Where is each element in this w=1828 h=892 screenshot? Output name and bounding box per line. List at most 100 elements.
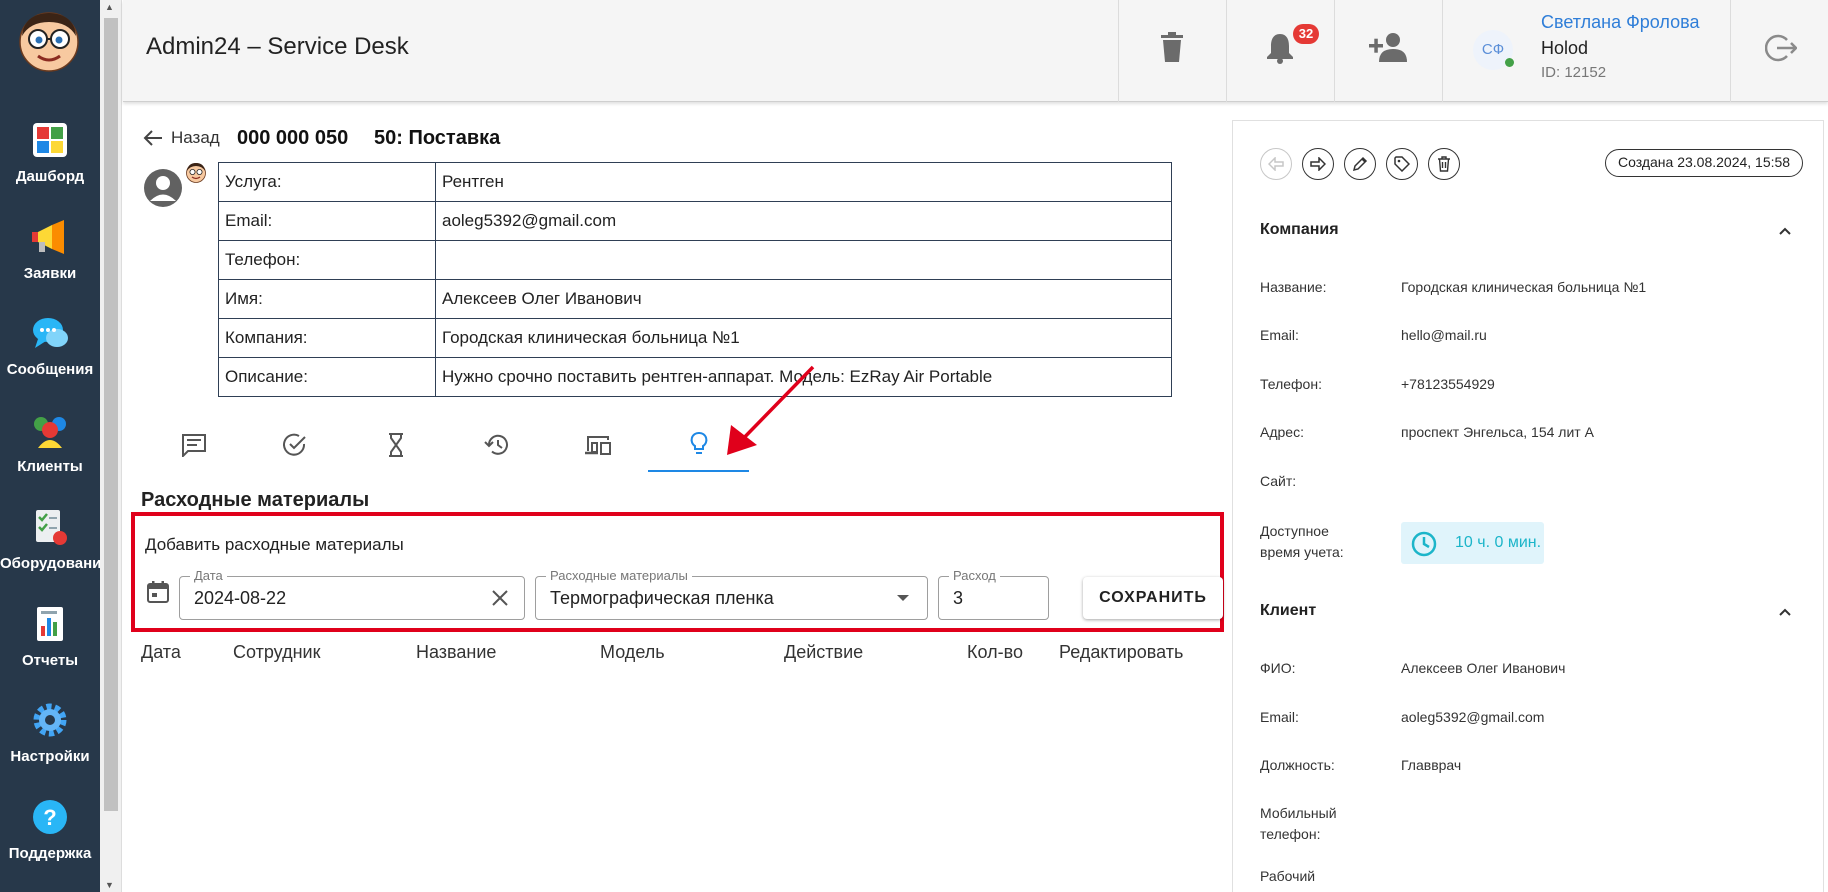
field-label: Компания: [218, 318, 436, 358]
arrow-right-outline-icon [1310, 157, 1326, 171]
amount-field: Расход [938, 568, 1049, 620]
nav-item-dashboard[interactable]: Дашборд [0, 106, 100, 202]
date-input[interactable] [180, 577, 524, 619]
dashboard-icon [33, 123, 67, 157]
company-name-label: Название: [1260, 279, 1327, 295]
field-label: Email: [218, 201, 436, 241]
people-icon [34, 417, 66, 448]
add-user-icon [1369, 33, 1407, 62]
mascot-logo-icon[interactable] [16, 8, 82, 74]
nav-item-equipment[interactable]: Оборудование [0, 493, 110, 589]
next-ticket-button[interactable] [1302, 148, 1334, 180]
company-email-label: Email: [1260, 327, 1299, 343]
tab-tasks[interactable] [244, 418, 345, 472]
notifications-badge: 32 [1293, 24, 1319, 44]
trash-outline-icon [1438, 156, 1450, 172]
tab-history[interactable] [446, 418, 547, 472]
scroll-down-arrow-icon[interactable]: ▼ [105, 880, 114, 890]
nav-item-settings[interactable]: Настройки [0, 686, 100, 782]
gear-icon [33, 703, 67, 737]
chat-bubbles-icon [33, 318, 68, 348]
nav-label: Настройки [10, 748, 90, 765]
table-row: Телефон: [218, 240, 1172, 280]
annotation-arrow-icon [727, 365, 815, 455]
save-button[interactable]: СОХРАНИТЬ [1083, 577, 1223, 619]
logout-button[interactable] [1730, 0, 1828, 102]
column-header: Сотрудник [233, 642, 321, 662]
user-profile[interactable]: СФ Светлана Фролова Holod ID: 12152 [1442, 0, 1730, 102]
report-chart-icon [37, 607, 63, 641]
consumable-select[interactable]: Расходные материалы Термографическая пле… [535, 568, 928, 620]
scroll-up-arrow-icon[interactable]: ▲ [105, 2, 114, 12]
nav-label: Отчеты [21, 652, 79, 669]
consumables-section-title: Расходные материалы [141, 489, 370, 511]
previous-ticket-button[interactable] [1260, 148, 1292, 180]
author-mascot-icon [186, 163, 206, 183]
megaphone-icon [32, 220, 64, 254]
ticket-title: 50: Поставка [374, 127, 501, 149]
field-value: Городская клиническая больница №1 [435, 318, 1172, 358]
chevron-up-icon[interactable] [1775, 602, 1795, 622]
ticket-tabs [143, 418, 753, 472]
tag-ticket-button[interactable] [1386, 148, 1418, 180]
consumables-table-header: Дата Сотрудник Название Модель Действие … [141, 637, 1231, 667]
consumable-select-value: Термографическая пленка [550, 588, 774, 608]
field-label: Услуга: [218, 162, 436, 202]
comment-icon [181, 434, 206, 457]
field-label: Имя: [218, 279, 436, 319]
calendar-icon[interactable] [145, 579, 171, 605]
chevron-down-icon [897, 595, 909, 601]
available-time-chip: 10 ч. 0 мин. [1401, 522, 1544, 564]
clock-icon [1411, 531, 1437, 557]
user-id: ID: 12152 [1541, 64, 1607, 81]
column-header: Кол-во [967, 642, 1023, 662]
notifications-button[interactable]: 32 [1226, 0, 1334, 102]
clear-icon[interactable] [490, 588, 510, 608]
field-value [435, 240, 1172, 280]
nav-label: Дашборд [15, 168, 85, 185]
pencil-icon [1352, 156, 1368, 172]
hourglass-icon [388, 433, 403, 457]
equipment-checklist-icon [36, 510, 67, 545]
bell-icon [1267, 34, 1293, 64]
arrow-left-icon [143, 130, 162, 146]
client-mobile-label: Мобильный телефон: [1260, 805, 1337, 842]
client-section-title: Клиент [1260, 602, 1317, 619]
trash-button[interactable] [1118, 0, 1226, 102]
back-label: Назад [171, 128, 220, 147]
ticket-info-table: Услуга: Рентген Email: aoleg5392@gmail.c… [218, 162, 1172, 397]
nav-item-messages[interactable]: Сообщения [0, 299, 100, 395]
ticket-main: Назад 000 000 050 50: Поставка Услуга: Р… [123, 103, 1228, 892]
tab-time[interactable] [345, 418, 446, 472]
tab-equipment[interactable] [547, 418, 648, 472]
tab-comments[interactable] [143, 418, 244, 472]
user-name-link[interactable]: Светлана Фролова [1541, 12, 1699, 33]
top-header: Admin24 – Service Desk 32 СФ Светлана Фр… [123, 0, 1828, 102]
arrow-left-outline-icon [1268, 157, 1284, 171]
nav-item-support[interactable]: ? Поддержка [0, 783, 100, 879]
company-phone-label: Телефон: [1260, 376, 1322, 392]
column-header: Редактировать [1059, 642, 1184, 662]
back-button[interactable]: Назад [143, 123, 220, 153]
company-address-value: проспект Энгельса, 154 лит А [1401, 424, 1594, 440]
nav-item-tickets[interactable]: Заявки [0, 203, 100, 299]
devices-icon [584, 436, 611, 455]
logout-icon [1765, 34, 1797, 62]
client-email-label: Email: [1260, 709, 1299, 725]
table-row: Имя: Алексеев Олег Иванович [218, 279, 1172, 319]
company-name-value: Городская клиническая больница №1 [1401, 279, 1647, 295]
sidebar-scrollbar[interactable]: ▲ ▼ [100, 0, 122, 892]
client-avatar-icon [144, 169, 182, 207]
add-consumables-highlight: Добавить расходные материалы Дата Расход… [131, 512, 1224, 632]
lightbulb-icon [690, 432, 707, 454]
chevron-up-icon[interactable] [1775, 221, 1795, 241]
nav-item-clients[interactable]: Клиенты [0, 396, 100, 492]
user-organization: Holod [1541, 38, 1589, 58]
edit-ticket-button[interactable] [1344, 148, 1376, 180]
nav-label: Оборудование [0, 555, 110, 572]
amount-input[interactable] [939, 577, 1048, 619]
nav-item-reports[interactable]: Отчеты [0, 590, 100, 686]
add-user-button[interactable] [1334, 0, 1442, 102]
scrollbar-thumb[interactable] [104, 18, 118, 811]
delete-ticket-button[interactable] [1428, 148, 1460, 180]
